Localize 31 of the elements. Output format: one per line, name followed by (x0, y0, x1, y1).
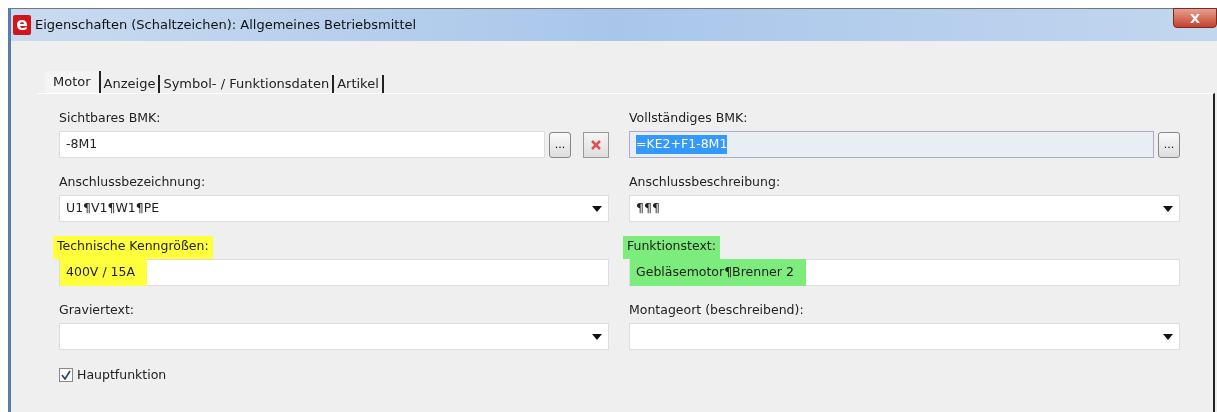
dropdown-field[interactable]: ¶¶¶ (629, 195, 1180, 222)
checkbox[interactable] (59, 368, 73, 383)
browse-button[interactable]: ... (549, 131, 571, 158)
field-label: Technische Kenngrößen: (53, 236, 213, 259)
dropdown-field[interactable]: U1¶V1¶W1¶PE (59, 195, 609, 222)
tab[interactable]: Motor (45, 71, 101, 93)
dropdown-arrow-icon[interactable] (1163, 333, 1173, 340)
window-title: Eigenschaften (Schaltzeichen): Allgemeines Betriebsmittel (35, 16, 417, 35)
field-label: Anschlussbezeichnung: (59, 173, 207, 191)
dropdown-arrow-icon[interactable] (592, 205, 602, 212)
delete-button[interactable] (583, 131, 609, 158)
dropdown-arrow-icon[interactable] (592, 333, 602, 340)
delete-cross-icon (591, 139, 601, 150)
tab[interactable]: Anzeige (100, 75, 161, 93)
field-label: Sichtbares BMK: (59, 109, 162, 127)
app-logo: e (13, 15, 31, 35)
input-field[interactable]: -8M1 (59, 131, 545, 158)
field-label: Vollständiges BMK: (629, 109, 749, 127)
dropdown-field[interactable] (629, 323, 1180, 350)
checkbox-label: Hauptfunktion (77, 366, 167, 384)
field-label: Montageort (beschreibend): (629, 301, 805, 319)
field-label: Graviertext: (59, 301, 136, 319)
dropdown-field[interactable] (59, 323, 609, 350)
field-label: Funktionstext: (623, 236, 720, 259)
field-label: Anschlussbeschreibung: (629, 173, 782, 191)
input-field[interactable]: Gebläsemotor¶Brenner 2 (629, 259, 1180, 286)
tab[interactable]: Symbol- / Funktionsdaten (160, 75, 335, 93)
dropdown-arrow-icon[interactable] (1163, 205, 1173, 212)
input-field[interactable]: 400V / 15A (59, 259, 609, 286)
tab[interactable]: Artikel (334, 75, 384, 93)
browse-button[interactable]: ... (1158, 131, 1180, 158)
